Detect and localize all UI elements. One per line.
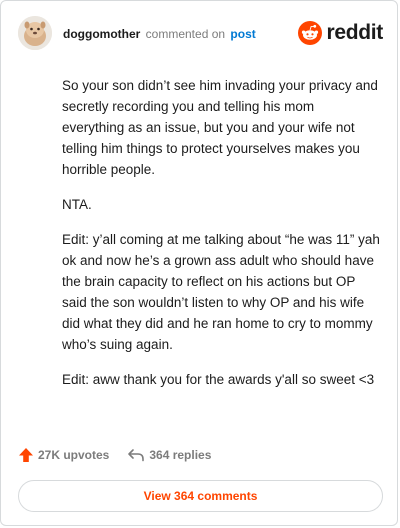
avatar-image <box>18 16 52 50</box>
comment-card: doggomother commented on post reddit So … <box>0 0 398 526</box>
reddit-logo[interactable]: reddit <box>298 20 383 46</box>
upvote-arrow-icon <box>19 448 33 462</box>
replies-button[interactable]: 364 replies <box>127 448 211 462</box>
reply-arrow-icon <box>128 449 145 462</box>
comment-actions: 27K upvotes 364 replies <box>18 445 229 465</box>
post-link[interactable]: post <box>230 27 255 41</box>
view-comments-button[interactable]: View 364 comments <box>18 480 383 512</box>
comment-paragraph: Edit: aww thank you for the awards y'all… <box>62 372 375 387</box>
comment-paragraph: NTA. <box>62 197 92 212</box>
comment-paragraph: So your son didn’t see him invading your… <box>62 78 378 177</box>
username-link[interactable]: doggomother <box>63 27 140 41</box>
avatar[interactable] <box>18 16 52 50</box>
comment-paragraph: Edit: y’all coming at me talking about “… <box>62 232 380 352</box>
upvote-count: 27K upvotes <box>38 448 110 462</box>
comment-meta: doggomother commented on post <box>63 27 256 41</box>
comment-body: So your son didn’t see him invading your… <box>62 75 380 404</box>
view-comments-label: View 364 comments <box>143 489 258 503</box>
upvote-button[interactable]: 27K upvotes <box>18 447 109 463</box>
reddit-snoo-icon <box>298 21 323 45</box>
reddit-wordmark: reddit <box>326 21 383 44</box>
comment-header: doggomother commented on post reddit <box>18 16 383 52</box>
reply-count: 364 replies <box>149 448 212 462</box>
commented-on-text: commented on <box>145 27 226 41</box>
